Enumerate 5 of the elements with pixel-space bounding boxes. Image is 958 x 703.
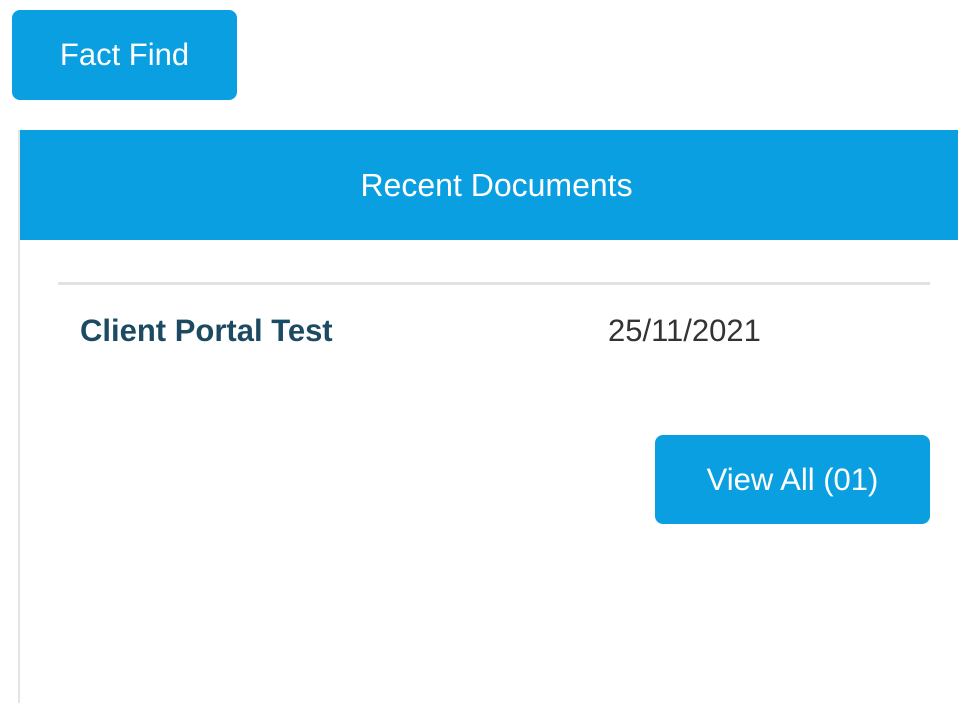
- document-name[interactable]: Client Portal Test: [80, 313, 608, 349]
- fact-find-button[interactable]: Fact Find: [12, 10, 237, 100]
- panel-title: Recent Documents: [360, 166, 633, 204]
- view-all-button[interactable]: View All (01): [655, 435, 930, 524]
- document-date: 25/11/2021: [608, 313, 761, 349]
